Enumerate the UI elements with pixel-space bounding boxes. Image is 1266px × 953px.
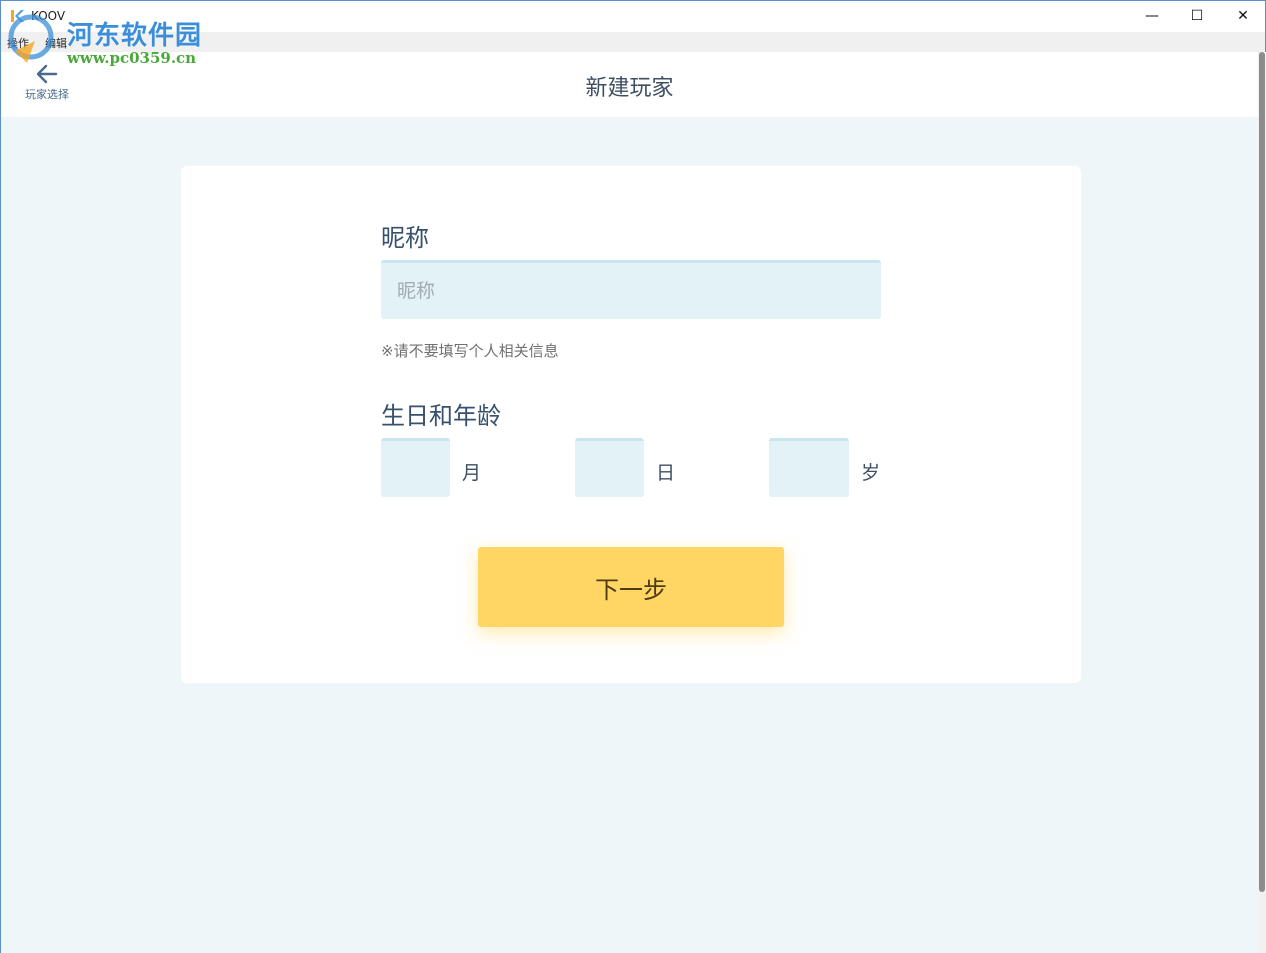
day-input[interactable]: [575, 438, 644, 497]
page-title: 新建玩家: [585, 76, 674, 101]
close-button[interactable]: ✕: [1220, 1, 1266, 31]
menu-item-edit[interactable]: 编辑: [45, 35, 67, 51]
age-input[interactable]: [769, 438, 849, 497]
birthday-label: 生日和年龄: [381, 402, 501, 430]
month-input[interactable]: [381, 438, 450, 497]
vertical-scrollbar[interactable]: [1258, 52, 1266, 953]
maximize-button[interactable]: ☐: [1174, 1, 1220, 31]
scroll-thumb[interactable]: [1259, 52, 1265, 892]
nickname-label: 昵称: [381, 224, 429, 252]
menu-item-operate[interactable]: 操作: [7, 35, 29, 51]
month-unit: 月: [462, 462, 482, 484]
koov-logo-icon: [11, 10, 24, 22]
next-step-button[interactable]: 下一步: [478, 547, 784, 627]
content-area: 昵称 ※请不要填写个人相关信息 生日和年龄 月 日 岁 下一步: [1, 117, 1258, 953]
menu-bar: 操作 编辑: [1, 32, 1265, 52]
minimize-button[interactable]: —: [1129, 1, 1175, 31]
nickname-input[interactable]: [381, 260, 881, 319]
new-player-card: 昵称 ※请不要填写个人相关信息 生日和年龄 月 日 岁 下一步: [181, 166, 1081, 683]
day-unit: 日: [656, 462, 676, 484]
age-unit: 岁: [861, 462, 881, 484]
page-header: 玩家选择 新建玩家: [1, 52, 1258, 117]
window-title: KOOV: [31, 9, 66, 23]
privacy-hint: ※请不要填写个人相关信息: [381, 342, 559, 360]
title-bar: KOOV — ☐ ✕: [1, 1, 1265, 32]
